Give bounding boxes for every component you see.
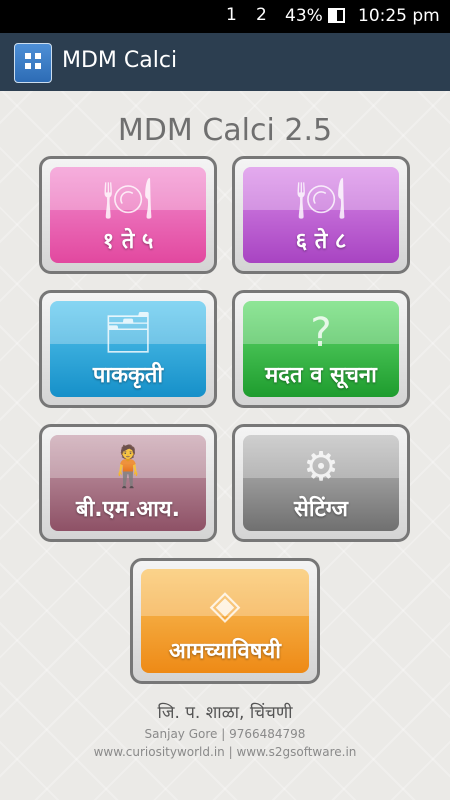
sim1-signal-icon: 1 [226,5,237,25]
tile-label: आमच्याविषयी [169,639,281,664]
page-title: MDM Calci 2.5 [117,113,333,148]
plate-cutlery-icon: 🍽 [295,176,347,222]
tile-label: बी.एम.आय. [76,497,180,522]
author-contact: Sanjay Gore | 9766484798 [144,727,306,741]
tile-label: ६ ते ८ [295,229,347,254]
tile-recipes[interactable]: 🗂 पाककृती [39,290,217,408]
sim2-signal-icon: 2 [256,5,267,25]
plate-cutlery-icon: 🍽 [102,176,154,222]
app-title: MDM Calci [62,48,178,73]
battery-icon [328,8,345,23]
website-links: www.curiosityworld.in | www.s2gsoftware.… [93,745,357,759]
clock: 10:25 pm [358,6,440,26]
tile-help[interactable]: ? मदत व सूचना [232,290,410,408]
recipe-folder-icon: 🗂 [102,310,154,356]
tile-class-6-to-8[interactable]: 🍽 ६ ते ८ [232,156,410,274]
diamond-logo-icon: ◈ [209,582,241,628]
action-bar: MDM Calci [0,33,450,91]
tile-label: १ ते ५ [102,229,154,254]
tile-bmi[interactable]: 🧍 बी.एम.आय. [39,424,217,542]
status-bar: 1 2 43% 10:25 pm [0,0,450,33]
tile-label: मदत व सूचना [265,363,377,388]
school-name: जि. प. शाळा, चिंचणी [157,703,293,723]
person-calculator-icon: 🧍 [103,444,153,490]
battery-percent: 43% [285,6,323,26]
gears-icon: ⚙ [303,444,339,490]
help-question-icon: ? [310,310,332,356]
tile-class-1-to-5[interactable]: 🍽 १ ते ५ [39,156,217,274]
tile-settings[interactable]: ⚙ सेटिंग्ज [232,424,410,542]
app-logo-icon [14,43,52,83]
tile-label: सेटिंग्ज [294,497,348,522]
tile-label: पाककृती [92,363,164,388]
tile-about-us[interactable]: ◈ आमच्याविषयी [130,558,320,684]
